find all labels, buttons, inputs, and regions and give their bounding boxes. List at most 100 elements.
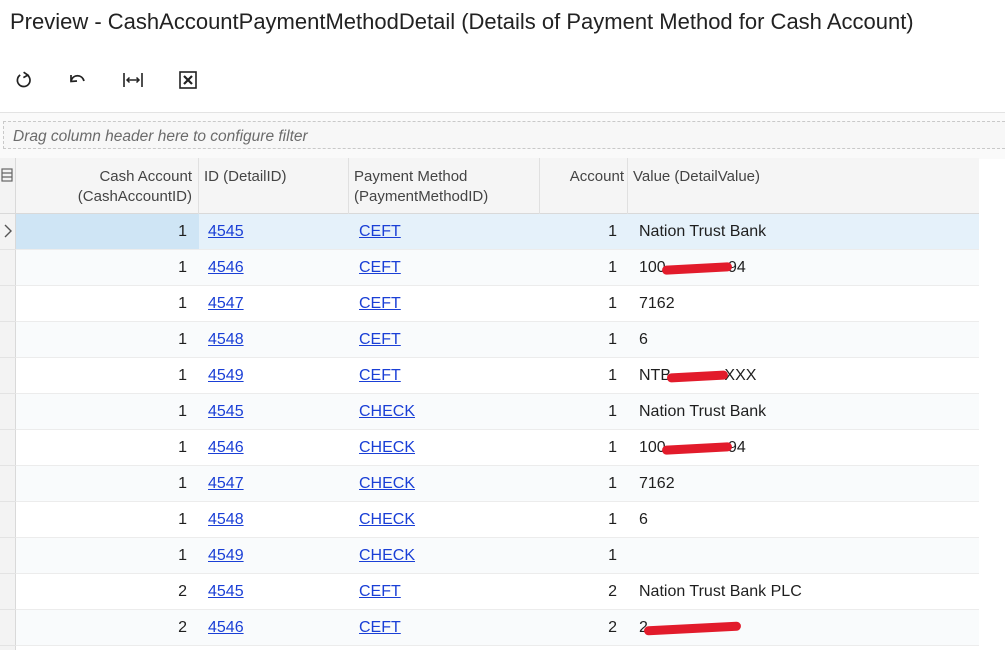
table-row[interactable]: 1 4547 CEFT 1 7162	[16, 286, 979, 322]
cell-cash-account[interactable]: 1	[16, 430, 199, 465]
detail-id-link[interactable]: 4546	[208, 619, 244, 636]
cell-payment-method[interactable]: CHECK	[349, 394, 540, 429]
payment-method-link[interactable]: CEFT	[359, 295, 401, 312]
cell-account[interactable]: 1	[540, 394, 628, 429]
filter-drop-zone[interactable]: Drag column header here to configure fil…	[3, 121, 1005, 149]
table-row[interactable]: 1 4548 CHECK 1 6	[16, 502, 979, 538]
cell-account[interactable]: 1	[540, 502, 628, 537]
cell-detail-id[interactable]: 4546	[199, 250, 349, 285]
table-row[interactable]: 2 4546 CEFT 2 20000000000	[16, 610, 979, 646]
detail-id-link[interactable]: 4545	[208, 223, 244, 240]
cell-detail-value[interactable]: 100000000094	[628, 430, 979, 465]
payment-method-link[interactable]: CEFT	[359, 223, 401, 240]
cell-cash-account[interactable]: 1	[16, 286, 199, 321]
cell-detail-value[interactable]: 7162	[628, 466, 979, 501]
fit-columns-button[interactable]	[119, 66, 147, 94]
table-row[interactable]: 1 4545 CHECK 1 Nation Trust Bank	[16, 394, 979, 430]
payment-method-link[interactable]: CHECK	[359, 403, 415, 420]
cell-detail-id[interactable]: 4547	[199, 286, 349, 321]
cell-account[interactable]: 2	[540, 610, 628, 645]
detail-id-link[interactable]: 4549	[208, 367, 244, 384]
table-row[interactable]: 1 4546 CEFT 1 100000000094	[16, 250, 979, 286]
cell-payment-method[interactable]: CEFT	[349, 610, 540, 645]
detail-id-link[interactable]: 4548	[208, 331, 244, 348]
cell-cash-account[interactable]: 2	[16, 574, 199, 609]
cell-cash-account[interactable]: 1	[16, 502, 199, 537]
row-selector[interactable]	[0, 466, 16, 502]
table-row[interactable]: 1 4546 CHECK 1 100000000094	[16, 430, 979, 466]
undo-button[interactable]	[64, 66, 92, 94]
cell-detail-value[interactable]: 6	[628, 322, 979, 357]
payment-method-link[interactable]: CHECK	[359, 475, 415, 492]
cell-cash-account[interactable]: 1	[16, 358, 199, 393]
payment-method-link[interactable]: CEFT	[359, 619, 401, 636]
cell-detail-value[interactable]: 100000000094	[628, 250, 979, 285]
row-selector[interactable]	[0, 322, 16, 358]
row-selector[interactable]	[0, 538, 16, 574]
row-selector[interactable]	[0, 610, 16, 646]
payment-method-link[interactable]: CHECK	[359, 547, 415, 564]
cell-detail-value[interactable]	[628, 538, 979, 573]
table-row[interactable]: 1 4547 CHECK 1 7162	[16, 466, 979, 502]
cell-account[interactable]: 1	[540, 322, 628, 357]
detail-id-link[interactable]: 4548	[208, 511, 244, 528]
cell-account[interactable]: 1	[540, 466, 628, 501]
cell-detail-value[interactable]: Nation Trust Bank	[628, 214, 979, 249]
cell-account[interactable]: 1	[540, 358, 628, 393]
row-selector[interactable]	[0, 250, 16, 286]
column-header-detail-value[interactable]: Value (DetailValue)	[628, 158, 979, 214]
row-selector[interactable]	[0, 502, 16, 538]
detail-id-link[interactable]: 4545	[208, 403, 244, 420]
cell-detail-id[interactable]: 4546	[199, 610, 349, 645]
detail-id-link[interactable]: 4547	[208, 475, 244, 492]
table-row[interactable]: 2 4545 CEFT 2 Nation Trust Bank PLC	[16, 574, 979, 610]
cell-detail-value[interactable]: Nation Trust Bank PLC	[628, 574, 979, 609]
row-selector[interactable]	[0, 394, 16, 430]
column-header-account[interactable]: Account	[540, 158, 628, 214]
cell-account[interactable]: 1	[540, 430, 628, 465]
cell-detail-value[interactable]: 7162	[628, 286, 979, 321]
cell-cash-account[interactable]: 1	[16, 322, 199, 357]
detail-id-link[interactable]: 4546	[208, 439, 244, 456]
cell-detail-id[interactable]: 4546	[199, 430, 349, 465]
column-chooser[interactable]	[0, 158, 16, 214]
row-selector[interactable]	[0, 430, 16, 466]
export-excel-button[interactable]	[174, 66, 202, 94]
row-selector[interactable]	[0, 286, 16, 322]
detail-id-link[interactable]: 4545	[208, 583, 244, 600]
cell-payment-method[interactable]: CHECK	[349, 502, 540, 537]
refresh-button[interactable]	[10, 66, 38, 94]
column-header-payment-method[interactable]: Payment Method (PaymentMethodID)	[349, 158, 540, 214]
detail-id-link[interactable]: 4549	[208, 547, 244, 564]
cell-payment-method[interactable]: CEFT	[349, 358, 540, 393]
payment-method-link[interactable]: CEFT	[359, 331, 401, 348]
cell-payment-method[interactable]: CEFT	[349, 574, 540, 609]
cell-cash-account[interactable]: 1	[16, 538, 199, 573]
cell-detail-id[interactable]: 4545	[199, 574, 349, 609]
detail-id-link[interactable]: 4546	[208, 259, 244, 276]
cell-cash-account[interactable]: 1	[16, 214, 199, 249]
cell-payment-method[interactable]: CHECK	[349, 538, 540, 573]
cell-detail-id[interactable]: 4548	[199, 322, 349, 357]
cell-detail-id[interactable]: 4548	[199, 502, 349, 537]
payment-method-link[interactable]: CEFT	[359, 259, 401, 276]
cell-detail-id[interactable]: 4549	[199, 538, 349, 573]
table-row[interactable]: 1 4548 CEFT 1 6	[16, 322, 979, 358]
cell-payment-method[interactable]: CHECK	[349, 466, 540, 501]
table-row[interactable]: 1 4545 CEFT 1 Nation Trust Bank	[16, 214, 979, 250]
payment-method-link[interactable]: CEFT	[359, 583, 401, 600]
cell-cash-account[interactable]: 1	[16, 250, 199, 285]
cell-detail-id[interactable]: 4549	[199, 358, 349, 393]
cell-account[interactable]: 1	[540, 250, 628, 285]
cell-account[interactable]: 1	[540, 538, 628, 573]
detail-id-link[interactable]: 4547	[208, 295, 244, 312]
cell-detail-value[interactable]: Nation Trust Bank	[628, 394, 979, 429]
table-row[interactable]: 1 4549 CHECK 1	[16, 538, 979, 574]
cell-payment-method[interactable]: CEFT	[349, 286, 540, 321]
payment-method-link[interactable]: CHECK	[359, 439, 415, 456]
cell-payment-method[interactable]: CEFT	[349, 250, 540, 285]
column-header-cash-account[interactable]: Cash Account (CashAccountID)	[16, 158, 199, 214]
cell-detail-value[interactable]: NTB000000XXX	[628, 358, 979, 393]
row-selector[interactable]	[0, 214, 16, 250]
cell-detail-value[interactable]: 6	[628, 502, 979, 537]
